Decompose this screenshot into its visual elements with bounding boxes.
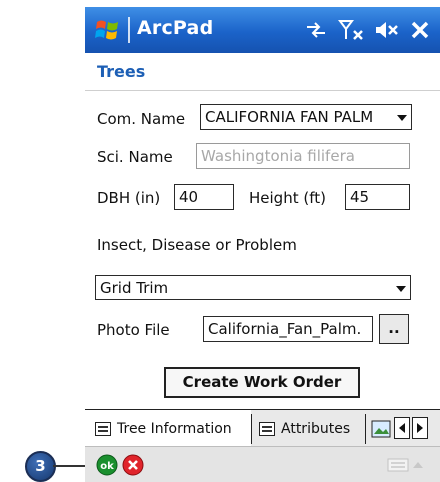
title-separator: [128, 17, 130, 43]
ok-button-icon[interactable]: ok: [96, 454, 118, 476]
tab-scroll-right-button[interactable]: [412, 417, 428, 439]
common-name-label: Com. Name: [97, 110, 186, 128]
tab-strip: Tree Information Attributes: [85, 409, 440, 447]
browse-photo-button[interactable]: ..: [379, 314, 409, 344]
app-title: ArcPad: [137, 17, 214, 39]
form-title: Trees: [97, 62, 146, 81]
dbh-label: DBH (in): [97, 189, 161, 207]
tab-tree-information[interactable]: Tree Information: [85, 410, 251, 447]
form-heading-bar: Trees: [85, 53, 440, 91]
photo-file-value: California_Fan_Palm.: [208, 320, 362, 338]
height-value: 45: [350, 188, 370, 206]
dropdown-arrow-icon: [397, 115, 407, 121]
scientific-name-label: Sci. Name: [97, 148, 173, 166]
volume-muted-icon[interactable]: [373, 16, 401, 44]
problem-label: Insect, Disease or Problem: [97, 236, 297, 254]
table-icon: [259, 421, 275, 436]
create-work-order-button[interactable]: Create Work Order: [164, 367, 360, 398]
connectivity-icon[interactable]: [303, 16, 329, 44]
step-callout-badge: 3: [25, 451, 56, 482]
tab-label: Attributes: [281, 420, 351, 437]
title-bar: ArcPad: [85, 7, 440, 53]
dbh-value: 40: [179, 188, 199, 206]
signal-off-icon[interactable]: [337, 16, 367, 44]
scientific-name-field: Washingtonia filifera: [196, 143, 410, 169]
arrow-right-icon: [417, 423, 423, 433]
height-label: Height (ft): [249, 189, 326, 207]
bottom-command-bar: ok: [85, 446, 440, 482]
picture-icon: [371, 420, 391, 437]
height-input[interactable]: 45: [345, 184, 410, 210]
scientific-name-value: Washingtonia filifera: [201, 147, 355, 165]
dropdown-arrow-icon: [396, 286, 406, 292]
svg-text:ok: ok: [100, 461, 114, 472]
device-screen: ArcPad Trees Com. Name CALIFORNIA FAN PA…: [85, 0, 440, 482]
tab-picture[interactable]: [371, 410, 393, 447]
input-menu-arrow-icon[interactable]: [413, 461, 423, 469]
form-page-icon: [95, 421, 111, 436]
tab-scroll-left-button[interactable]: [394, 417, 410, 439]
tab-label: Tree Information: [117, 420, 232, 437]
close-icon[interactable]: [407, 16, 433, 44]
common-name-dropdown[interactable]: CALIFORNIA FAN PALM: [200, 104, 412, 130]
common-name-value: CALIFORNIA FAN PALM: [205, 108, 374, 126]
tab-divider: [365, 414, 366, 444]
arrow-left-icon: [399, 423, 405, 433]
photo-file-label: Photo File: [97, 321, 170, 339]
problem-dropdown[interactable]: Grid Trim: [95, 275, 411, 300]
keyboard-icon[interactable]: [387, 458, 409, 472]
photo-file-input[interactable]: California_Fan_Palm.: [203, 316, 373, 342]
tab-attributes[interactable]: Attributes: [252, 410, 365, 447]
cancel-button-icon[interactable]: [122, 454, 144, 476]
dbh-input[interactable]: 40: [174, 184, 234, 210]
windows-start-icon[interactable]: [95, 18, 121, 42]
problem-value: Grid Trim: [100, 279, 169, 297]
